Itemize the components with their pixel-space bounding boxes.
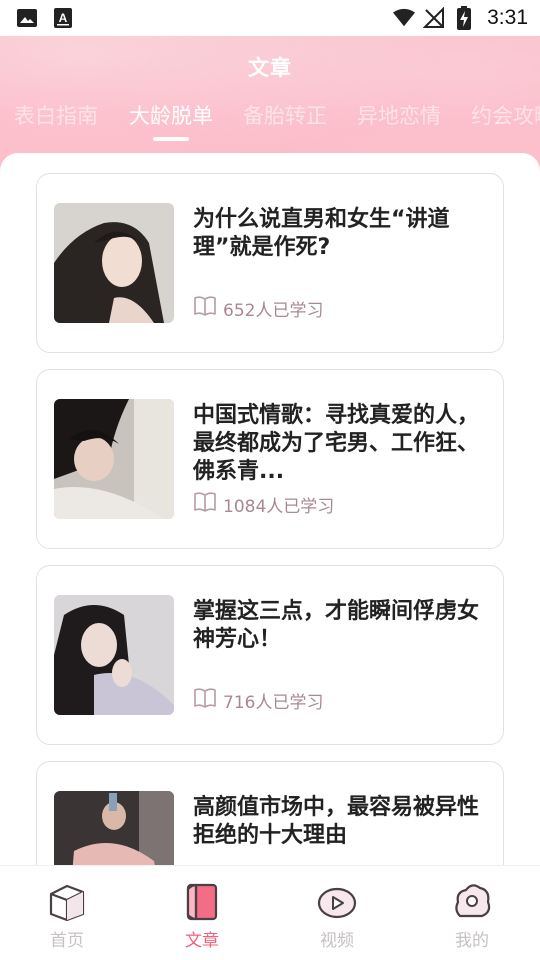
a-text-icon: A <box>52 7 74 29</box>
article-title: 掌握这三点，才能瞬间俘虏女神芳心！ <box>193 599 480 652</box>
learner-count: 652人已学习 <box>223 301 324 321</box>
article-thumbnail <box>54 595 174 715</box>
nav-item-article[interactable]: 文章 <box>162 880 242 951</box>
tab-dating-tips[interactable]: 约会攻略 <box>471 100 540 130</box>
nav-item-video[interactable]: 视频 <box>297 880 377 951</box>
status-bar: A 3:31 <box>0 0 540 36</box>
nav-item-home[interactable]: 首页 <box>27 880 107 951</box>
article-thumbnail <box>54 203 174 323</box>
active-tab-indicator <box>153 137 189 141</box>
article-meta: 652人已学习 <box>193 295 323 322</box>
tab-backup-to-partner[interactable]: 备胎转正 <box>243 100 327 130</box>
status-time: 3:31 <box>487 6 528 29</box>
article-meta: 716人已学习 <box>193 687 323 714</box>
learner-count: 716人已学习 <box>223 693 324 713</box>
nav-label: 文章 <box>185 931 219 951</box>
article-list[interactable]: 为什么说直男和女生“讲道理”就是作死? 652人已学习 中国式情歌：寻找真爱的人… <box>0 153 540 865</box>
article-book-icon <box>186 883 218 921</box>
article-title: 中国式情歌：寻找真爱的人，最终都成为了宅男、工作狂、佛系青... <box>193 403 480 484</box>
no-signal-icon <box>423 7 445 29</box>
wifi-icon <box>393 7 416 29</box>
nav-label: 首页 <box>50 931 84 951</box>
article-card[interactable]: 中国式情歌：寻找真爱的人，最终都成为了宅男、工作狂、佛系青... 1084人已学… <box>36 369 504 549</box>
tab-confession-guide[interactable]: 表白指南 <box>14 100 98 130</box>
article-card[interactable]: 掌握这三点，才能瞬间俘虏女神芳心！ 716人已学习 <box>36 565 504 745</box>
article-card[interactable]: 高颜值市场中，最容易被异性拒绝的十大理由 <box>36 761 504 865</box>
svg-text:A: A <box>59 11 68 25</box>
nav-label: 我的 <box>455 931 489 951</box>
category-tabs: 表白指南 大龄脱单 备胎转正 异地恋情 约会攻略 <box>0 100 540 146</box>
nav-label: 视频 <box>320 931 354 951</box>
nav-item-profile[interactable]: 我的 <box>432 880 512 951</box>
article-meta: 1084人已学习 <box>193 491 334 518</box>
battery-charging-icon <box>453 6 475 30</box>
video-play-icon <box>317 887 357 919</box>
bottom-navigation: 首页 文章 视频 我的 <box>0 865 540 960</box>
article-title: 高颜值市场中，最容易被异性拒绝的十大理由 <box>193 795 480 848</box>
tab-long-distance[interactable]: 异地恋情 <box>357 100 441 130</box>
book-icon <box>193 687 217 714</box>
book-icon <box>193 491 217 518</box>
home-cube-icon <box>49 884 85 922</box>
profile-bubble-icon <box>455 884 491 918</box>
article-thumbnail <box>54 791 174 865</box>
article-card[interactable]: 为什么说直男和女生“讲道理”就是作死? 652人已学习 <box>36 173 504 353</box>
image-icon <box>16 7 38 29</box>
book-icon <box>193 295 217 322</box>
article-title: 为什么说直男和女生“讲道理”就是作死? <box>193 207 450 260</box>
tab-older-singles[interactable]: 大龄脱单 <box>129 100 213 130</box>
page-title: 文章 <box>248 56 292 80</box>
learner-count: 1084人已学习 <box>223 497 335 517</box>
article-thumbnail <box>54 399 174 519</box>
